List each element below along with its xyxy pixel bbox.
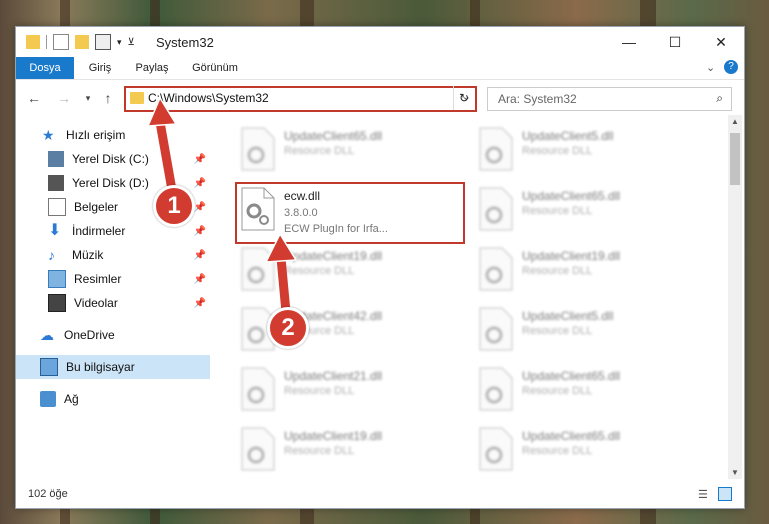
step-callout-2: 2 <box>267 307 309 349</box>
annotation-arrows <box>146 96 298 313</box>
step-callout-1: 1 <box>153 185 195 227</box>
arrow-to-address-bar <box>155 121 177 191</box>
arrow-head-1 <box>146 96 178 127</box>
arrow-head-2 <box>264 232 298 263</box>
arrow-to-file <box>276 257 291 313</box>
